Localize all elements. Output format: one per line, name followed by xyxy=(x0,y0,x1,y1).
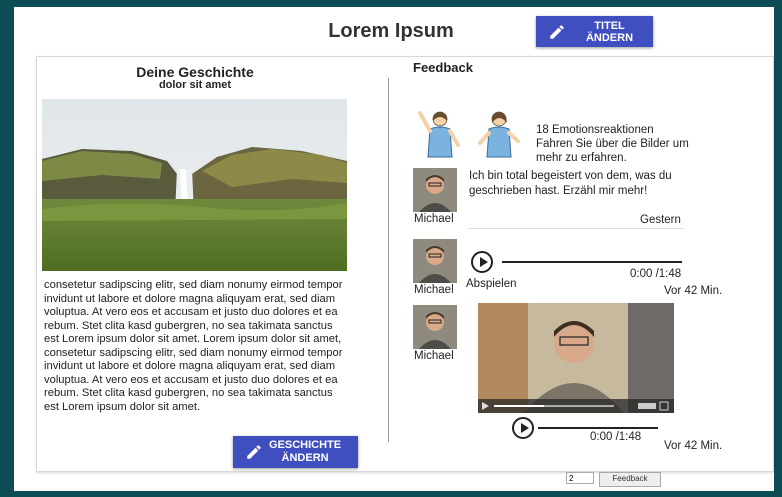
edit-story-button[interactable]: GESCHICHTE ÄNDERN xyxy=(233,436,358,468)
video-controls-bar[interactable] xyxy=(478,399,674,413)
story-title: Deine Geschichte xyxy=(136,64,254,80)
comment-text: Ich bin total begeistert von dem, was du… xyxy=(469,170,672,197)
video-duration: 0:00 /1:48 xyxy=(590,431,642,443)
story-subtitle: dolor sit amet xyxy=(158,79,232,91)
story-text: consetetur sadipscing elitr, sed diam no… xyxy=(44,279,343,413)
edit-title-button[interactable]: TITEL ÄNDERN xyxy=(536,16,653,47)
audio-time: Vor 42 Min. xyxy=(664,285,723,297)
emotion-count: 18 Emotionsreaktionen xyxy=(536,124,654,136)
audio-duration: 0:00 /1:48 xyxy=(630,268,682,280)
author-name: Michael xyxy=(414,350,454,362)
separator xyxy=(468,228,684,229)
avatar xyxy=(413,239,457,283)
video-progress-track[interactable] xyxy=(538,427,658,429)
avatar xyxy=(413,305,457,349)
feedback-title: Feedback xyxy=(413,60,473,75)
emotion-summary: 18 Emotionsreaktionen Fahren Sie über di… xyxy=(536,123,696,165)
author-name: Michael xyxy=(414,213,454,225)
audio-progress-track[interactable] xyxy=(502,261,682,263)
user-photo-icon xyxy=(413,168,457,212)
author-name: Michael xyxy=(414,284,454,296)
user-photo-icon xyxy=(413,239,457,283)
emotion-reaction-icon-cheering[interactable] xyxy=(414,103,464,159)
edit-title-label: TITEL ÄNDERN xyxy=(585,19,634,44)
video-time: Vor 42 Min. xyxy=(664,440,723,452)
video-controls xyxy=(482,401,669,411)
user-photo-icon xyxy=(413,305,457,349)
feedback-button[interactable]: Feedback xyxy=(599,472,661,487)
pencil-icon xyxy=(247,445,261,459)
edit-story-label-line1: GESCHICHTE xyxy=(269,439,342,451)
story-image xyxy=(42,99,347,271)
page-title: Lorem Ipsum xyxy=(328,20,454,42)
edit-story-label-line2: ÄNDERN xyxy=(281,452,329,464)
pencil-icon xyxy=(550,24,564,39)
video-frame-person xyxy=(478,303,674,413)
emotion-reaction-icon-shrug[interactable] xyxy=(474,103,524,159)
video-play-button[interactable] xyxy=(512,417,534,439)
column-divider xyxy=(388,78,389,442)
emotion-hint: Fahren Sie über die Bilder um mehr zu er… xyxy=(536,138,689,164)
edit-story-label: GESCHICHTE ÄNDERN xyxy=(269,439,341,465)
landscape-waterfall-photo xyxy=(42,99,347,271)
audio-play-label[interactable]: Abspielen xyxy=(466,278,517,290)
audio-play-button[interactable] xyxy=(471,251,493,273)
avatar xyxy=(413,168,457,212)
page-number-input[interactable] xyxy=(566,472,594,484)
comment-time: Gestern xyxy=(640,214,681,226)
video-player[interactable] xyxy=(478,303,674,413)
